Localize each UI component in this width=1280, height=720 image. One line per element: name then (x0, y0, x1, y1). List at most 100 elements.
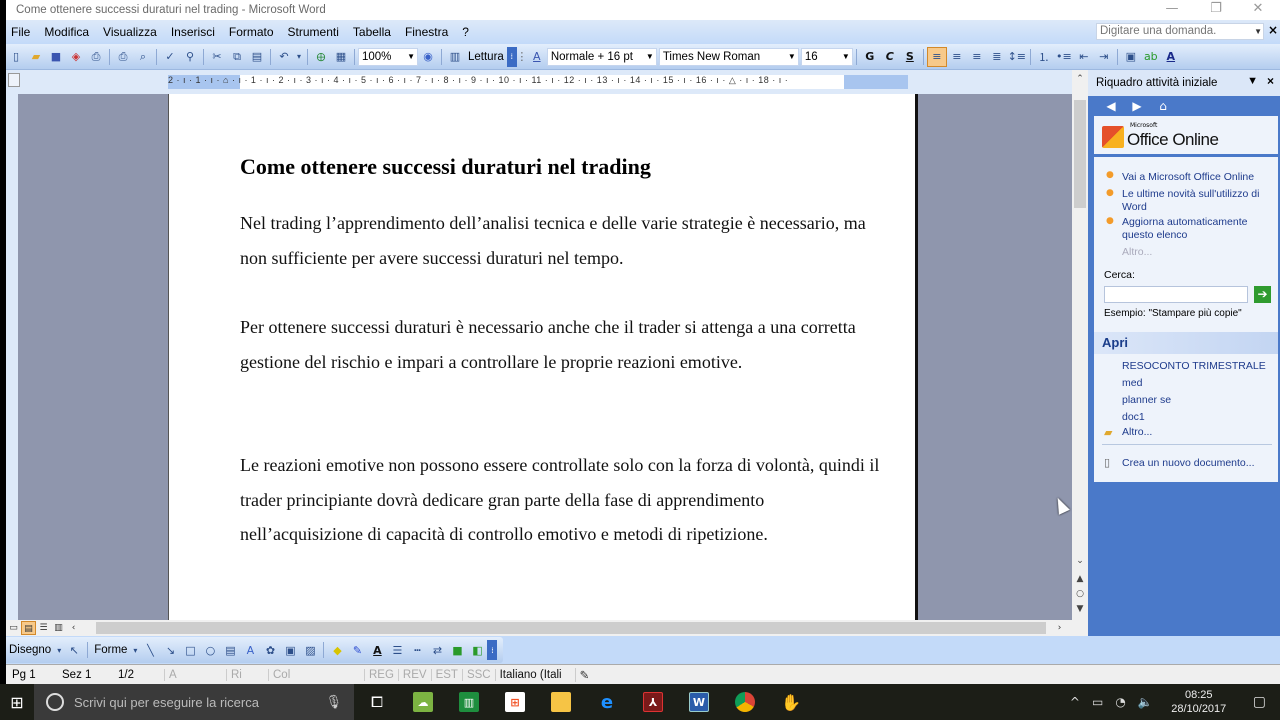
diagram-icon[interactable]: ✿ (260, 640, 280, 660)
status-language[interactable]: Italiano (Itali (494, 668, 575, 681)
reading-layout-button[interactable]: Lettura (465, 51, 507, 63)
menu-strumenti[interactable]: Strumenti (283, 25, 348, 39)
new-document-link[interactable]: Crea un nuovo documento... (1122, 457, 1255, 469)
more-link[interactable]: Altro... (1122, 246, 1152, 258)
line-spacing-icon[interactable]: ↕≡ (1007, 47, 1027, 67)
draw-menu-button[interactable]: Disegno (6, 644, 54, 656)
menu-inserisci[interactable]: Inserisci (166, 25, 224, 39)
taskbar-explorer[interactable] (538, 684, 584, 720)
task-pane-menu-icon[interactable]: ▼ (1247, 75, 1258, 87)
style-select[interactable]: Normale + 16 pt ▼ (546, 47, 657, 66)
taskbar-word[interactable]: W (676, 684, 722, 720)
home-icon[interactable]: ⌂ (1152, 99, 1174, 113)
close-document-icon[interactable]: × (1268, 23, 1278, 37)
normal-view-icon[interactable]: ▭ (6, 621, 21, 635)
browse-object-icon[interactable]: ○ (1072, 589, 1088, 599)
back-icon[interactable]: ◀ (1100, 99, 1122, 113)
chevron-down-icon[interactable]: ▼ (1254, 24, 1262, 39)
scroll-down-icon[interactable]: ⌄ (1072, 556, 1088, 566)
show-hidden-icons[interactable]: ^ (1064, 695, 1086, 709)
outline-view-icon[interactable]: ☰ (36, 621, 51, 635)
task-view-icon[interactable]: ⧠ (354, 684, 400, 720)
fill-color-icon[interactable]: ◆ (327, 640, 347, 660)
chevron-down-icon[interactable]: ▾ (54, 640, 64, 660)
search-go-button[interactable]: ➔ (1254, 286, 1271, 303)
numbering-icon[interactable]: ⒈ (1034, 47, 1054, 67)
line-color-icon[interactable]: ✎ (347, 640, 367, 660)
horizontal-ruler[interactable]: 2 · ı · 1 · ı · ⌂ · ı · 1 · ı · 2 · ı · … (6, 70, 1072, 94)
close-button[interactable]: ✕ (1238, 0, 1278, 20)
select-objects-icon[interactable]: ↖ (64, 640, 84, 660)
line-icon[interactable]: ╲ (140, 640, 160, 660)
align-left-icon[interactable]: ≡ (926, 46, 947, 67)
document-page[interactable]: Come ottenere successi duraturi nel trad… (168, 94, 918, 620)
hyperlink-icon[interactable]: 🜨 (311, 47, 331, 67)
wordart-icon[interactable]: A (240, 640, 260, 660)
link-latest-news[interactable]: Le ultime novità sull'utilizzo di Word (1122, 188, 1272, 213)
action-center-icon[interactable]: ▢ (1239, 694, 1280, 710)
table-icon[interactable]: ▦ (331, 47, 351, 67)
previous-page-icon[interactable]: ▲ (1072, 574, 1088, 584)
scroll-left-icon[interactable]: ‹ (66, 621, 81, 635)
clipart-icon[interactable]: ▣ (280, 640, 300, 660)
arrow-icon[interactable]: ↘ (160, 640, 180, 660)
help-icon[interactable]: ◉ (418, 47, 438, 67)
styles-icon[interactable]: A (527, 47, 547, 67)
menu-file[interactable]: File (6, 25, 39, 39)
reading-layout-icon[interactable]: ▥ (445, 47, 465, 67)
volume-icon[interactable]: 🔈 (1132, 695, 1159, 709)
minimize-button[interactable]: — (1152, 0, 1192, 20)
horizontal-scrollbar[interactable]: ▭ ▤ ☰ ▥ ‹ › (6, 620, 1088, 636)
chevron-down-icon[interactable]: ▾ (130, 640, 140, 660)
increase-indent-icon[interactable]: ⇥ (1094, 47, 1114, 67)
align-right-icon[interactable]: ≡ (967, 47, 987, 67)
battery-icon[interactable]: ▭ (1086, 695, 1109, 709)
task-pane-close-icon[interactable]: × (1267, 74, 1274, 88)
cut-icon[interactable]: ✂ (207, 47, 227, 67)
font-color-icon[interactable]: A (367, 640, 387, 660)
recent-file[interactable]: med (1122, 377, 1142, 389)
oval-icon[interactable]: ○ (200, 640, 220, 660)
print-icon[interactable]: ⎙ (113, 47, 133, 67)
save-icon[interactable]: ■ (46, 47, 66, 67)
italic-button[interactable]: C (880, 47, 900, 67)
menu-tabella[interactable]: Tabella (348, 25, 400, 39)
font-color-icon[interactable]: A (1161, 47, 1181, 67)
copy-icon[interactable]: ⧉ (227, 47, 247, 67)
taskbar-search-box[interactable]: Scrivi qui per eseguire la ricerca 🎙 (34, 684, 354, 720)
taskbar-ie[interactable]: e (584, 684, 630, 720)
status-ovr[interactable]: SSC (461, 668, 495, 681)
textbox-icon[interactable]: ▤ (220, 640, 240, 660)
permission-icon[interactable]: ◈ (66, 47, 86, 67)
undo-dropdown-icon[interactable]: ▾ (294, 47, 304, 67)
research-icon[interactable]: ⚲ (180, 47, 200, 67)
spelling-status-icon[interactable]: ✎ (574, 667, 615, 682)
forward-icon[interactable]: ▶ (1126, 99, 1148, 113)
clock[interactable]: 08:25 28/10/2017 (1159, 688, 1239, 716)
scroll-thumb[interactable] (1074, 100, 1086, 208)
highlight-icon[interactable]: ab (1141, 47, 1161, 67)
search-input[interactable] (1104, 286, 1248, 303)
arrow-style-icon[interactable]: ⇄ (427, 640, 447, 660)
taskbar-app-sheets[interactable]: ▥ (446, 684, 492, 720)
link-auto-update[interactable]: Aggiorna automaticamente questo elenco (1122, 216, 1272, 241)
new-document-icon[interactable]: ▯ (6, 47, 26, 67)
zoom-select[interactable]: 100% ▼ (358, 47, 418, 66)
menu-help[interactable]: ? (457, 25, 478, 39)
taskbar-app-green[interactable]: ☁ (400, 684, 446, 720)
status-ext[interactable]: EST (430, 668, 462, 681)
ask-question-input[interactable]: Digitare una domanda. ▼ (1096, 23, 1264, 40)
print-preview-icon[interactable]: ⌕ (133, 47, 153, 67)
reading-view-icon[interactable]: ▥ (51, 621, 66, 635)
taskbar-chrome[interactable] (722, 684, 768, 720)
email-icon[interactable]: ⎙ (86, 47, 106, 67)
recent-file[interactable]: doc1 (1122, 411, 1145, 423)
line-style-icon[interactable]: ☰ (387, 640, 407, 660)
open-folder-icon[interactable]: ▰ (26, 47, 46, 67)
windows-start-icon[interactable]: ⊞ (0, 684, 34, 720)
align-center-icon[interactable]: ≡ (947, 47, 967, 67)
rectangle-icon[interactable]: □ (180, 640, 200, 660)
bullets-icon[interactable]: •≡ (1054, 47, 1074, 67)
taskbar-store[interactable]: ⊞ (492, 684, 538, 720)
dash-style-icon[interactable]: ┅ (407, 640, 427, 660)
